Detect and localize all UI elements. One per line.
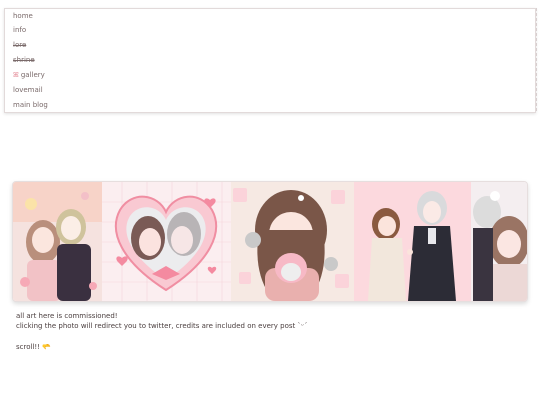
gallery-image-5[interactable] [471,182,527,301]
nav-link-home[interactable]: home [13,12,33,21]
gallery-image-1[interactable] [13,182,102,301]
nav-link-lovemail[interactable]: lovemail [13,86,43,95]
gallery-image-4[interactable] [354,182,471,301]
site-nav: home info lore shrine ꕤ gallery lovemail … [4,8,536,113]
ribbon-icon: ꕤ [13,71,19,79]
nav-link-shrine[interactable]: shrine [13,56,35,65]
nav-link-lore[interactable]: lore [13,41,26,50]
caption-scroll: scroll!! 🫳 [16,343,51,351]
nav-link-gallery[interactable]: ꕤ gallery [13,71,45,80]
caption-redirect-note: clicking the photo will redirect you to … [16,322,308,330]
nav-link-main-blog[interactable]: main blog [13,101,48,110]
nav-link-info[interactable]: info [13,26,26,35]
scrollbar[interactable] [535,8,537,111]
nav-link-gallery-label: gallery [20,71,45,79]
caption-commissioned: all art here is commissioned! [16,312,118,320]
gallery-image-3[interactable] [231,182,354,301]
gallery-strip[interactable] [12,181,528,302]
gallery-image-2[interactable] [102,182,231,301]
